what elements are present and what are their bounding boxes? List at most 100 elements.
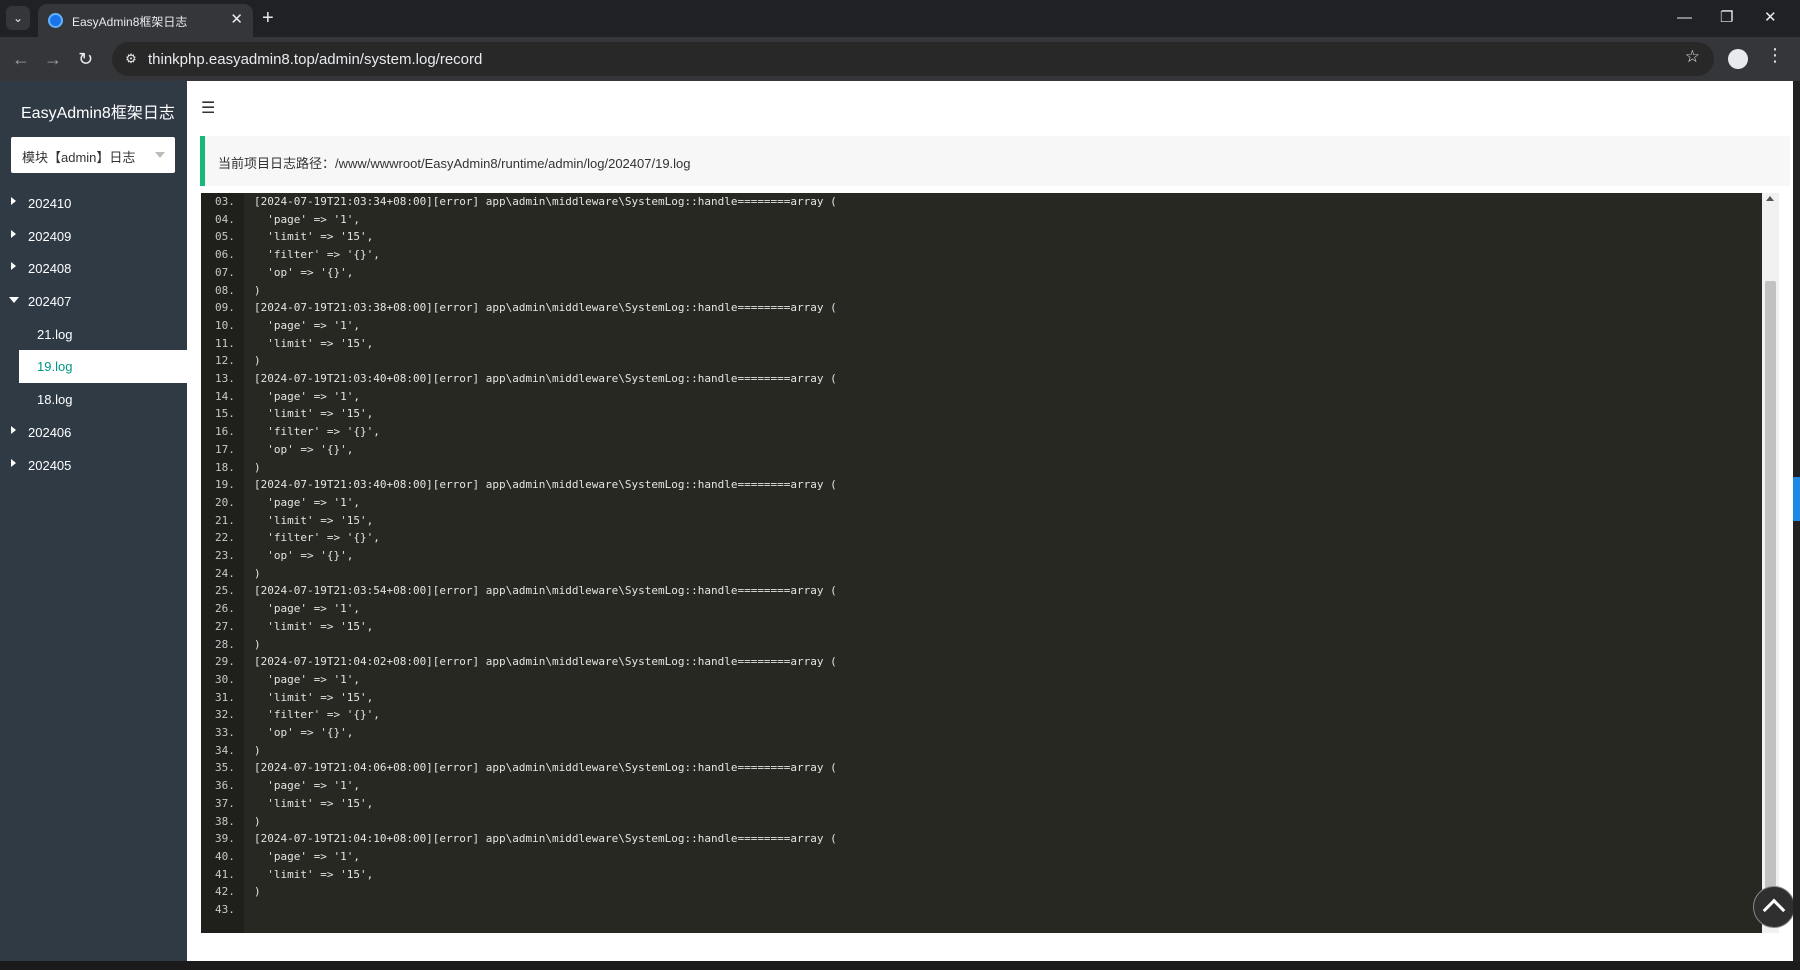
tree-node-label: 202406 (28, 424, 72, 440)
right-edge-strip (1793, 81, 1800, 961)
log-line: 34.) (201, 742, 1762, 760)
log-line: 28.) (201, 636, 1762, 654)
tree-node-202408[interactable]: 202408 (0, 252, 187, 285)
line-number: 27. (215, 619, 235, 633)
caret-down-icon (9, 297, 19, 304)
tree-node-202409[interactable]: 202409 (0, 220, 187, 253)
line-number: 04. (215, 212, 235, 226)
line-text: 'limit' => '15', (254, 336, 374, 350)
tree-node-label: 202408 (28, 261, 72, 277)
bookmark-star-icon[interactable]: ☆ (1685, 47, 1700, 67)
line-number: 24. (215, 566, 235, 580)
log-line: 17. 'op' => '{}', (201, 441, 1762, 459)
line-number: 11. (215, 336, 235, 350)
reload-button[interactable]: ↻ (78, 48, 93, 70)
tree-node-202406[interactable]: 202406 (0, 416, 187, 449)
line-number: 18. (215, 460, 235, 474)
tree-file-label: 18.log (37, 392, 73, 408)
line-number: 20. (215, 495, 235, 509)
tree-node-202405[interactable]: 202405 (0, 449, 187, 482)
tree-file-19.log[interactable]: 19.log (19, 350, 187, 384)
log-line: 12.) (201, 352, 1762, 370)
line-text: [2024-07-19T21:04:02+08:00][error] app\a… (254, 655, 837, 669)
forward-button[interactable]: → (44, 48, 62, 70)
browser-tab-strip: ⌄ EasyAdmin8框架日志 ✕ + — ❐ ✕ (0, 0, 1800, 37)
tree-file-18.log[interactable]: 18.log (0, 383, 187, 416)
log-line: 23. 'op' => '{}', (201, 547, 1762, 565)
line-number: 28. (215, 637, 235, 651)
log-path-bar: 当前项目日志路径：/www/wwwroot/EasyAdmin8/runtime… (200, 136, 1790, 186)
line-text: 'page' => '1', (254, 318, 360, 332)
log-line: 42.) (201, 883, 1762, 901)
address-bar[interactable]: ⚙ thinkphp.easyadmin8.top/admin/system.l… (112, 42, 1714, 76)
line-text: 'page' => '1', (254, 849, 360, 863)
tab-list-button[interactable]: ⌄ (6, 6, 30, 30)
window-close-button[interactable]: ✕ (1764, 8, 1777, 28)
tree-node-label: 202405 (28, 457, 72, 473)
log-line: 35. [2024-07-19T21:04:06+08:00][error] ap… (201, 759, 1762, 777)
line-text: ) (254, 885, 261, 899)
line-number: 14. (215, 389, 235, 403)
line-text: 'page' => '1', (254, 212, 360, 226)
line-text: 'page' => '1', (254, 602, 360, 616)
line-text: 'page' => '1', (254, 389, 360, 403)
caret-right-icon (11, 197, 16, 205)
line-text: [2024-07-19T21:04:10+08:00][error] app\a… (254, 832, 837, 846)
line-text: 'page' => '1', (254, 672, 360, 686)
new-tab-button[interactable]: + (262, 6, 274, 30)
back-to-top-button[interactable] (1753, 886, 1795, 928)
log-line: 24.) (201, 565, 1762, 583)
line-number: 08. (215, 283, 235, 297)
log-line: 03. [2024-07-19T21:03:34+08:00][error] ap… (201, 193, 1762, 211)
line-number: 19. (215, 478, 235, 492)
site-info-icon[interactable]: ⚙ (122, 50, 140, 68)
line-text: 'op' => '{}', (254, 265, 354, 279)
scroll-thumb[interactable] (1765, 281, 1776, 926)
line-text: 'limit' => '15', (254, 619, 374, 633)
line-number: 23. (215, 549, 235, 562)
line-text: ) (254, 637, 261, 651)
log-line: 33. 'op' => '{}', (201, 724, 1762, 742)
log-line: 25. [2024-07-19T21:03:54+08:00][error] ap… (201, 582, 1762, 600)
line-text: 'page' => '1', (254, 779, 360, 793)
browser-tab[interactable]: EasyAdmin8框架日志 ✕ (38, 4, 253, 37)
line-number: 21. (215, 513, 235, 527)
log-line: 22. 'filter' => '{}', (201, 529, 1762, 547)
side-accent-tab[interactable] (1793, 477, 1800, 521)
restore-button[interactable]: ❐ (1720, 8, 1733, 28)
log-line: 20. 'page' => '1', (201, 494, 1762, 512)
log-line: 37. 'limit' => '15', (201, 795, 1762, 813)
line-number: 17. (215, 442, 235, 456)
favicon-icon (48, 13, 63, 28)
tab-close-icon[interactable]: ✕ (230, 11, 243, 29)
module-select[interactable]: 模块【admin】日志 (11, 137, 175, 173)
line-number: 38. (215, 814, 235, 828)
line-text: ) (254, 460, 261, 474)
log-line: 18.) (201, 459, 1762, 477)
line-number: 22. (215, 531, 235, 545)
tree-node-202410[interactable]: 202410 (0, 187, 187, 220)
profile-avatar-icon[interactable] (1728, 49, 1748, 69)
minimize-button[interactable]: — (1677, 8, 1692, 28)
log-line: 38.) (201, 813, 1762, 831)
caret-right-icon (11, 229, 16, 238)
line-number: 05. (215, 230, 235, 244)
menu-toggle-icon[interactable]: ☰ (201, 101, 215, 117)
line-text: 'limit' => '15', (254, 867, 374, 881)
back-button[interactable]: ← (12, 48, 30, 70)
line-number: 41. (215, 867, 235, 881)
tree-node-202407[interactable]: 202407 (0, 285, 187, 318)
log-line: 14. 'page' => '1', (201, 388, 1762, 406)
scroll-up-arrow-icon[interactable] (1766, 196, 1774, 201)
tree-file-21.log[interactable]: 21.log (0, 318, 187, 351)
line-text: [2024-07-19T21:04:06+08:00][error] app\a… (254, 761, 837, 775)
line-text: 'limit' => '15', (254, 513, 374, 527)
line-number: 16. (215, 425, 235, 439)
log-scrollbar[interactable] (1762, 193, 1779, 933)
line-text: [2024-07-19T21:03:38+08:00][error] app\a… (254, 301, 837, 315)
browser-menu-icon[interactable]: ⋮ (1766, 45, 1784, 66)
line-text: ) (254, 354, 261, 368)
url-text[interactable]: thinkphp.easyadmin8.top/admin/system.log… (148, 51, 482, 68)
log-viewer[interactable]: 03. [2024-07-19T21:03:34+08:00][error] ap… (201, 193, 1762, 933)
log-line: 07. 'op' => '{}', (201, 264, 1762, 282)
